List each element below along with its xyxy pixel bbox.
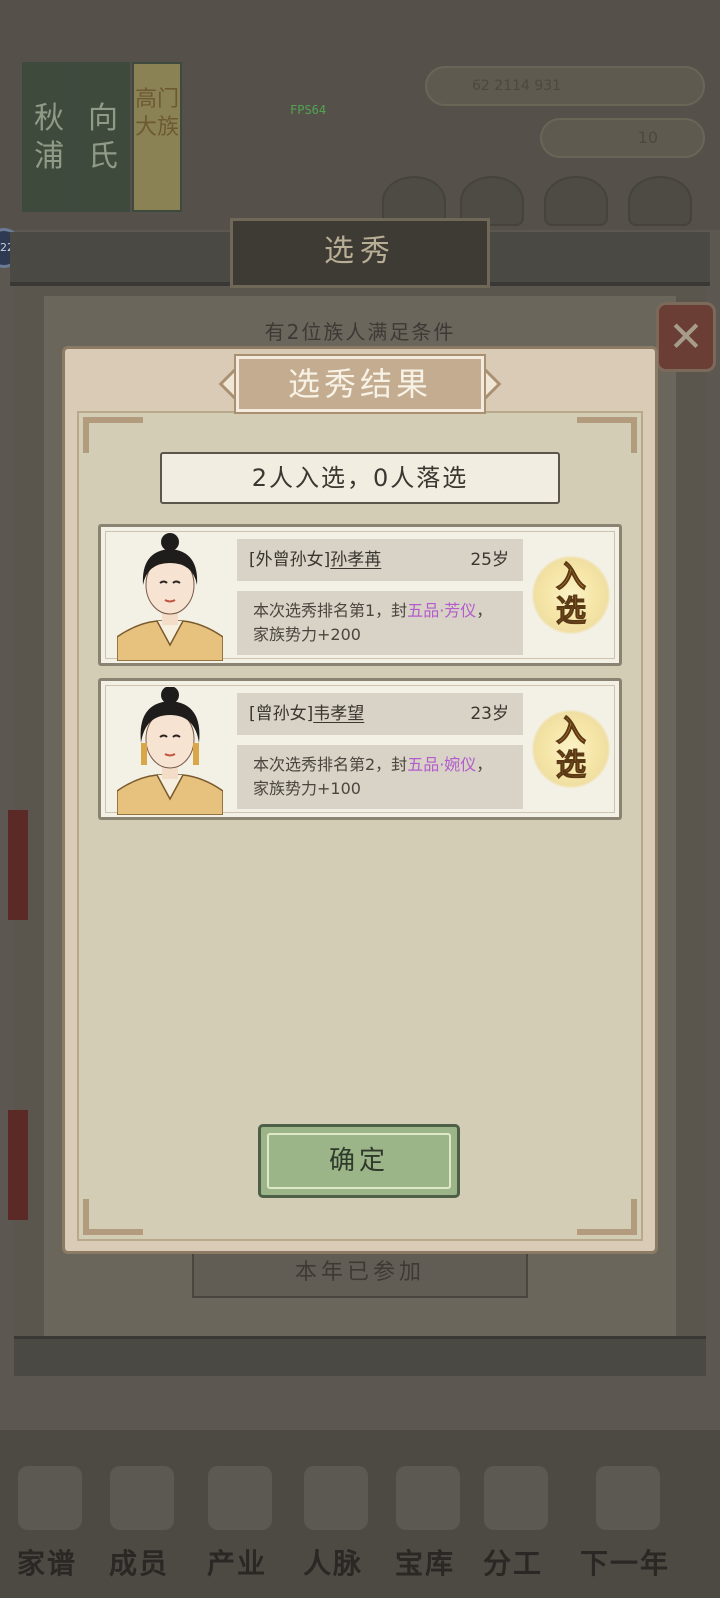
nav-label: 宝库 (394, 1547, 455, 1580)
nav-members[interactable]: 成员 (96, 1460, 182, 1580)
joined-button: 本年已参加 (192, 1248, 528, 1298)
stamp-text: 入选 (556, 714, 587, 783)
nav-treasury[interactable]: 宝库 (382, 1460, 468, 1580)
banner-qiupu: 秋浦 (22, 62, 76, 212)
frame-corner (577, 1199, 637, 1235)
genealogy-icon (18, 1466, 82, 1530)
selected-stamp: 入选 (531, 709, 611, 789)
nav-connections[interactable]: 人脉 (290, 1460, 376, 1580)
globe-icon[interactable] (628, 176, 692, 226)
members-icon (110, 1466, 174, 1530)
condition-text: 有2位族人满足条件 (264, 320, 456, 344)
fps-counter: FPS64 (290, 103, 327, 117)
industry-icon (208, 1466, 272, 1530)
candidate-age: 25岁 (470, 550, 509, 570)
relation-label: [曾孙女] (249, 704, 314, 724)
nav-label: 人脉 (302, 1547, 363, 1580)
board-floor (14, 1336, 706, 1376)
candidate-description: 本次选秀排名第2，封五品·婉仪，家族势力+100 (237, 745, 523, 809)
division-icon (484, 1466, 548, 1530)
rank-title: 五品·婉仪 (407, 755, 477, 774)
frame-corner (577, 417, 637, 453)
confirm-button[interactable]: 确定 (258, 1124, 460, 1198)
desc-prefix: 本次选秀排名第2，封 (253, 755, 408, 774)
nav-label: 产业 (206, 1547, 267, 1580)
dialog-title: 选秀结果 (234, 354, 486, 414)
result-summary: 2人入选，0人落选 (160, 452, 560, 504)
scroll-icon[interactable] (544, 176, 608, 226)
candidate-name[interactable]: 孙孝苒 (330, 550, 381, 570)
treasury-icon (396, 1466, 460, 1530)
lantern-icon (596, 1466, 660, 1530)
gold-bar: 10 (540, 118, 705, 158)
close-icon[interactable]: ✕ (656, 302, 716, 372)
portrait-avatar (117, 687, 223, 815)
candidate-info: [曾孙女]韦孝望 23岁 (237, 693, 523, 735)
portrait-avatar (117, 533, 223, 661)
candidate-description: 本次选秀排名第1，封五品·芳仪，家族势力+200 (237, 591, 523, 655)
nav-genealogy[interactable]: 家谱 (4, 1460, 90, 1580)
frame-corner (83, 417, 143, 453)
relation-label: [外曾孙女] (249, 550, 331, 570)
nav-label: 家谱 (16, 1547, 77, 1580)
page-title: 选秀 (230, 218, 490, 288)
nav-next-year[interactable]: 下一年 (566, 1460, 684, 1580)
side-tab-left (8, 810, 28, 920)
candidate-card: [曾孙女]韦孝望 23岁 本次选秀排名第2，封五品·婉仪，家族势力+100 入选 (98, 678, 622, 820)
resource-bar: 62 2114 931 (425, 66, 705, 106)
connections-icon (304, 1466, 368, 1530)
banner-xiangshi: 向氏 (76, 62, 130, 212)
candidate-name[interactable]: 韦孝望 (313, 704, 364, 724)
nav-industry[interactable]: 产业 (194, 1460, 280, 1580)
selected-stamp: 入选 (531, 555, 611, 635)
candidate-card: [外曾孙女]孙孝苒 25岁 本次选秀排名第1，封五品·芳仪，家族势力+200 入… (98, 524, 622, 666)
nav-label: 成员 (108, 1547, 169, 1580)
frame-corner (83, 1199, 143, 1235)
banner-clan-title: 高门大族 (132, 62, 182, 212)
nav-division[interactable]: 分工 (470, 1460, 556, 1580)
candidate-info: [外曾孙女]孙孝苒 25岁 (237, 539, 523, 581)
nav-label: 分工 (482, 1547, 543, 1580)
nav-label: 下一年 (579, 1547, 670, 1580)
stamp-text: 入选 (556, 560, 587, 629)
rank-title: 五品·芳仪 (407, 601, 477, 620)
desc-prefix: 本次选秀排名第1，封 (253, 601, 408, 620)
candidate-age: 23岁 (470, 704, 509, 724)
side-tab-left-2 (8, 1110, 28, 1220)
